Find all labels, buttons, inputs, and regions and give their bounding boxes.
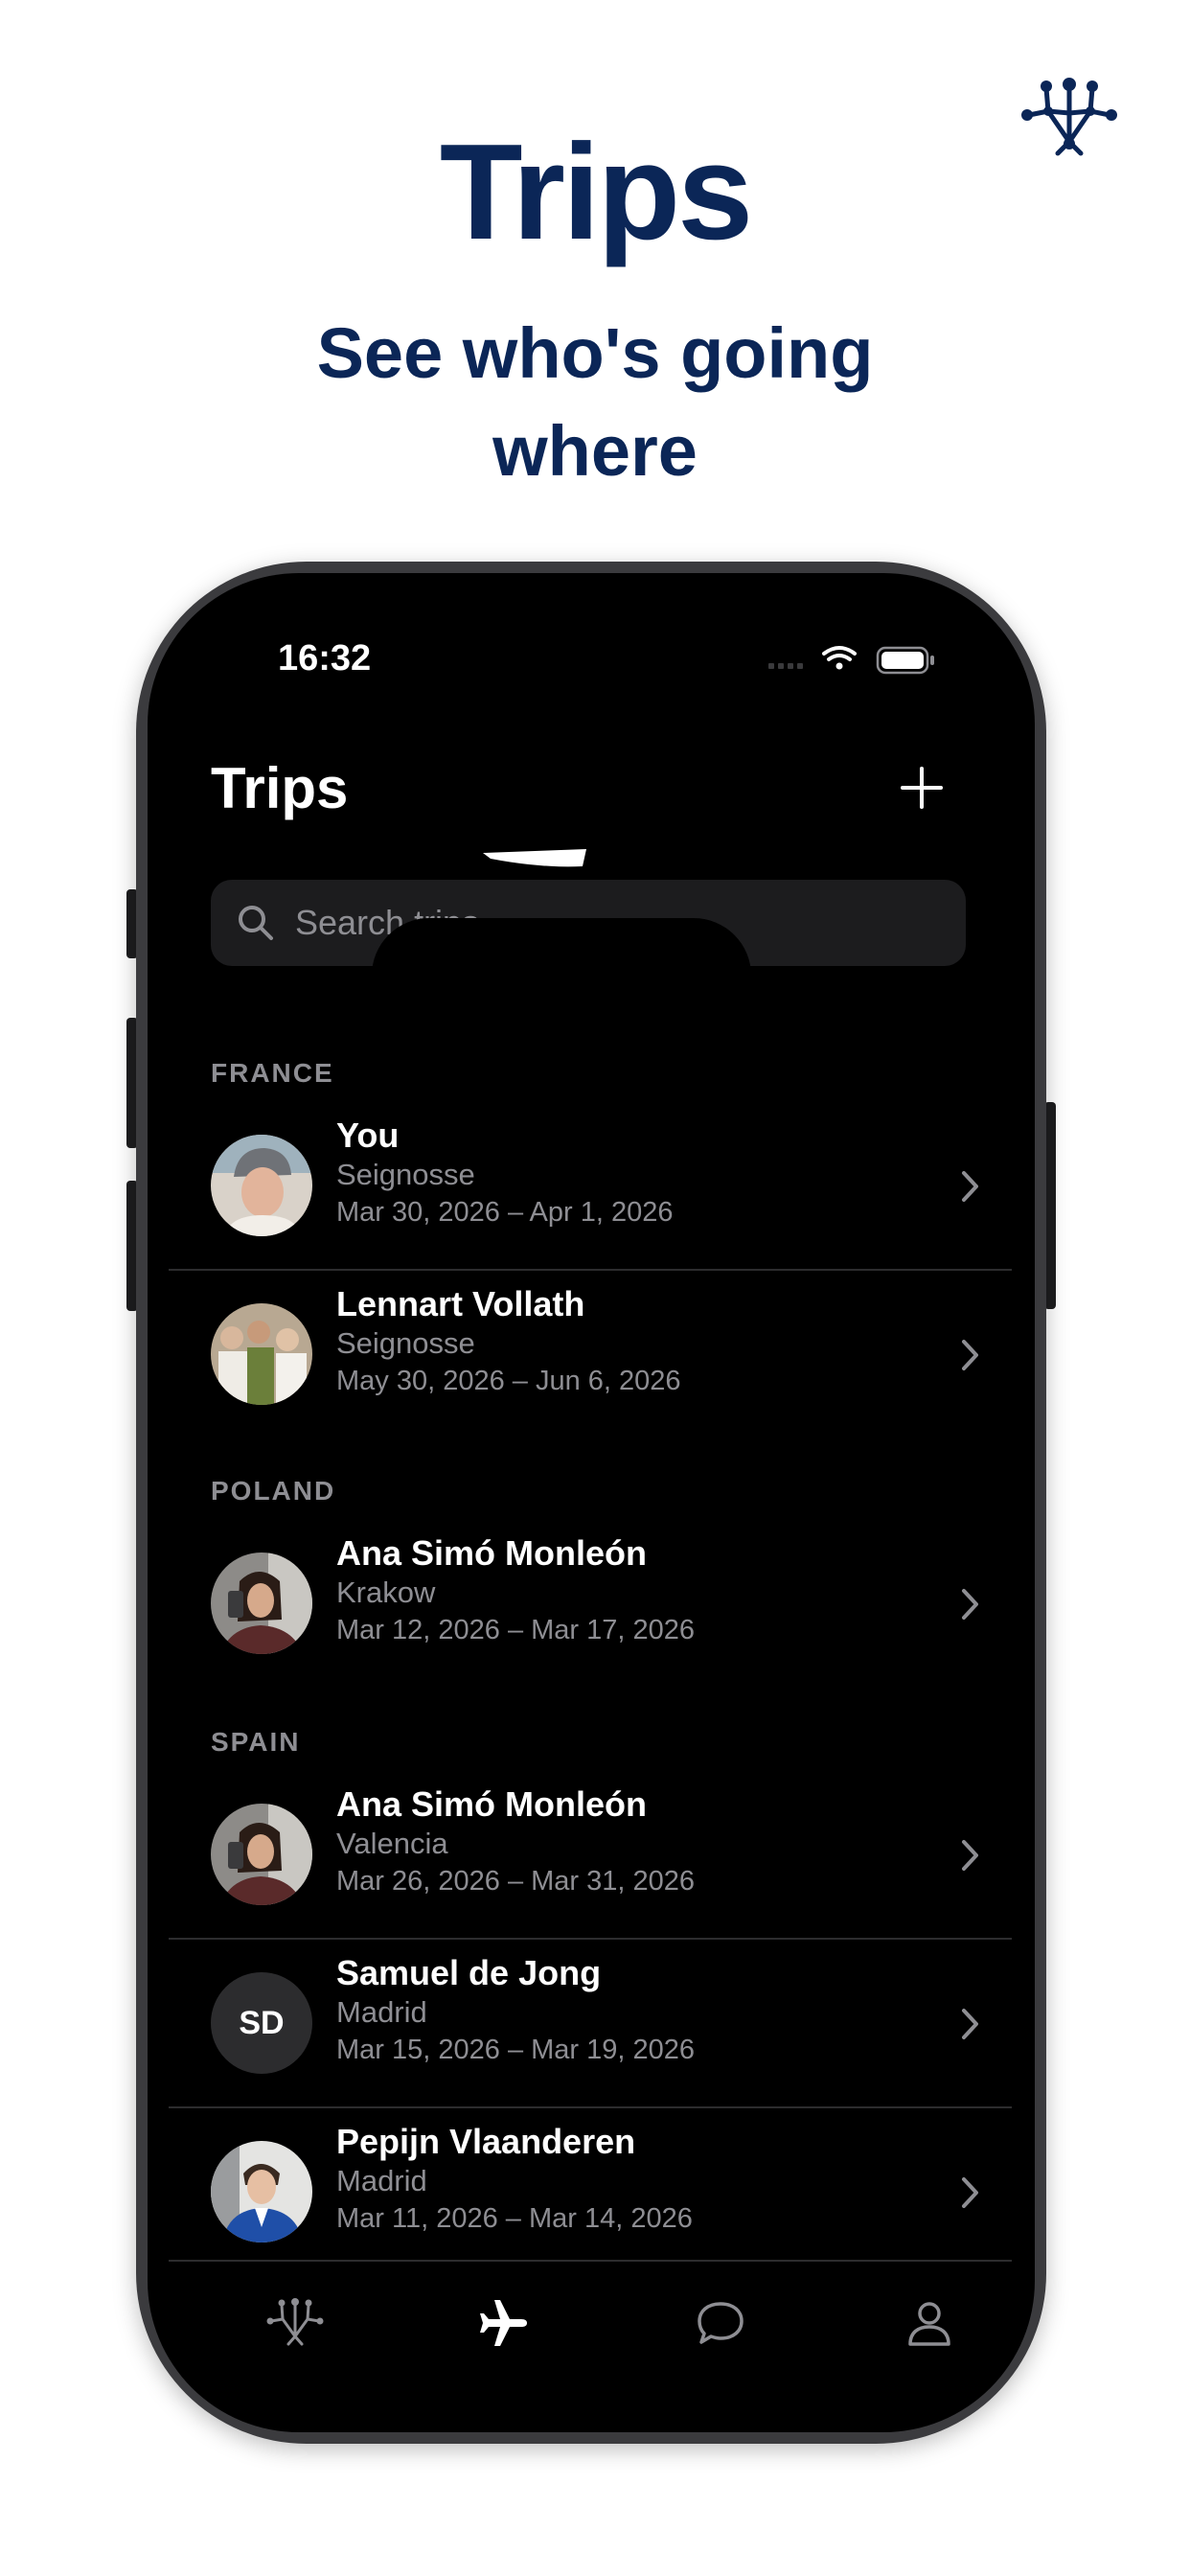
trip-destination: Valencia <box>336 1827 448 1860</box>
tab-network[interactable] <box>266 2294 324 2352</box>
trip-row[interactable]: Pepijn Vlaanderen Madrid Mar 11, 2026 – … <box>169 2108 1012 2277</box>
promo-subtitle-line-1: See who's going <box>316 313 874 393</box>
page-title: Trips <box>211 756 349 820</box>
add-trip-button[interactable] <box>895 761 949 815</box>
avatar <box>211 2141 312 2242</box>
trip-dates: Mar 15, 2026 – Mar 19, 2026 <box>336 2035 696 2065</box>
phone-screen: 16:32 Trips Search trips FRANCE You Seig… <box>148 573 1035 2432</box>
chevron-right-icon <box>962 2009 978 2039</box>
trip-traveler-name: Pepijn Vlaanderen <box>336 2122 636 2161</box>
airplane-icon <box>480 2300 527 2346</box>
trip-traveler-name: Ana Simó Monleón <box>336 1533 647 1573</box>
avatar-initials: SD <box>211 1972 312 2074</box>
plus-icon <box>901 767 943 809</box>
section-header-france: FRANCE <box>211 1058 334 1088</box>
trip-destination: Madrid <box>336 1995 427 2029</box>
battery-icon <box>876 646 934 675</box>
tab-trips[interactable] <box>475 2294 533 2352</box>
trip-destination: Krakow <box>336 1576 436 1609</box>
promo-subtitle: See who's going where <box>0 305 1190 500</box>
trip-row[interactable]: Ana Simó Monleón Valencia Mar 26, 2026 –… <box>169 1771 1012 1940</box>
trip-row[interactable]: You Seignosse Mar 30, 2026 – Apr 1, 2026 <box>169 1102 1012 1271</box>
promo-subtitle-line-2: where <box>492 411 698 491</box>
trip-dates: Mar 26, 2026 – Mar 31, 2026 <box>336 1866 696 1897</box>
trip-destination: Seignosse <box>336 1326 475 1360</box>
tab-bar-divider <box>169 2260 1012 2262</box>
trip-row[interactable]: Lennart Vollath Seignosse May 30, 2026 –… <box>169 1271 1012 1439</box>
trip-row[interactable]: SD Samuel de Jong Madrid Mar 15, 2026 – … <box>169 1940 1012 2108</box>
trip-traveler-name: Lennart Vollath <box>336 1284 585 1323</box>
trip-destination: Seignosse <box>336 1158 475 1191</box>
avatar <box>211 1552 312 1654</box>
trip-row[interactable]: Ana Simó Monleón Krakow Mar 12, 2026 – M… <box>169 1520 1012 1689</box>
avatar <box>211 1303 312 1405</box>
avatar <box>211 1135 312 1236</box>
tab-chats[interactable] <box>692 2294 749 2352</box>
chat-bubble-icon <box>698 2302 744 2344</box>
chevron-right-icon <box>962 1589 978 1620</box>
chevron-right-icon <box>962 1171 978 1202</box>
trip-traveler-name: Ana Simó Monleón <box>336 1784 647 1824</box>
section-header-poland: POLAND <box>211 1476 336 1506</box>
trip-traveler-name: Samuel de Jong <box>336 1953 602 1992</box>
trip-dates: May 30, 2026 – Jun 6, 2026 <box>336 1366 681 1396</box>
trip-dates: Mar 30, 2026 – Apr 1, 2026 <box>336 1197 674 1228</box>
status-icons <box>768 646 934 675</box>
search-icon <box>239 906 273 940</box>
wifi-icon <box>822 646 857 661</box>
tab-bar <box>169 2260 1012 2432</box>
chevron-right-icon <box>962 2177 978 2208</box>
promo-title: Trips <box>439 116 753 268</box>
trip-dates: Mar 11, 2026 – Mar 14, 2026 <box>336 2203 693 2234</box>
status-time: 16:32 <box>278 638 372 678</box>
dynamic-island-overlay <box>372 918 751 1033</box>
cellular-icon <box>768 663 803 669</box>
chevron-right-icon <box>962 1840 978 1871</box>
trip-dates: Mar 12, 2026 – Mar 17, 2026 <box>336 1615 696 1645</box>
person-icon <box>908 2302 950 2346</box>
network-icon <box>269 2302 321 2346</box>
tab-profile[interactable] <box>901 2294 958 2352</box>
avatar <box>211 1804 312 1905</box>
pull-indicator <box>483 849 586 867</box>
trip-traveler-name: You <box>336 1116 400 1155</box>
chevron-right-icon <box>962 1340 978 1370</box>
section-header-spain: SPAIN <box>211 1727 301 1757</box>
trip-destination: Madrid <box>336 2164 427 2197</box>
